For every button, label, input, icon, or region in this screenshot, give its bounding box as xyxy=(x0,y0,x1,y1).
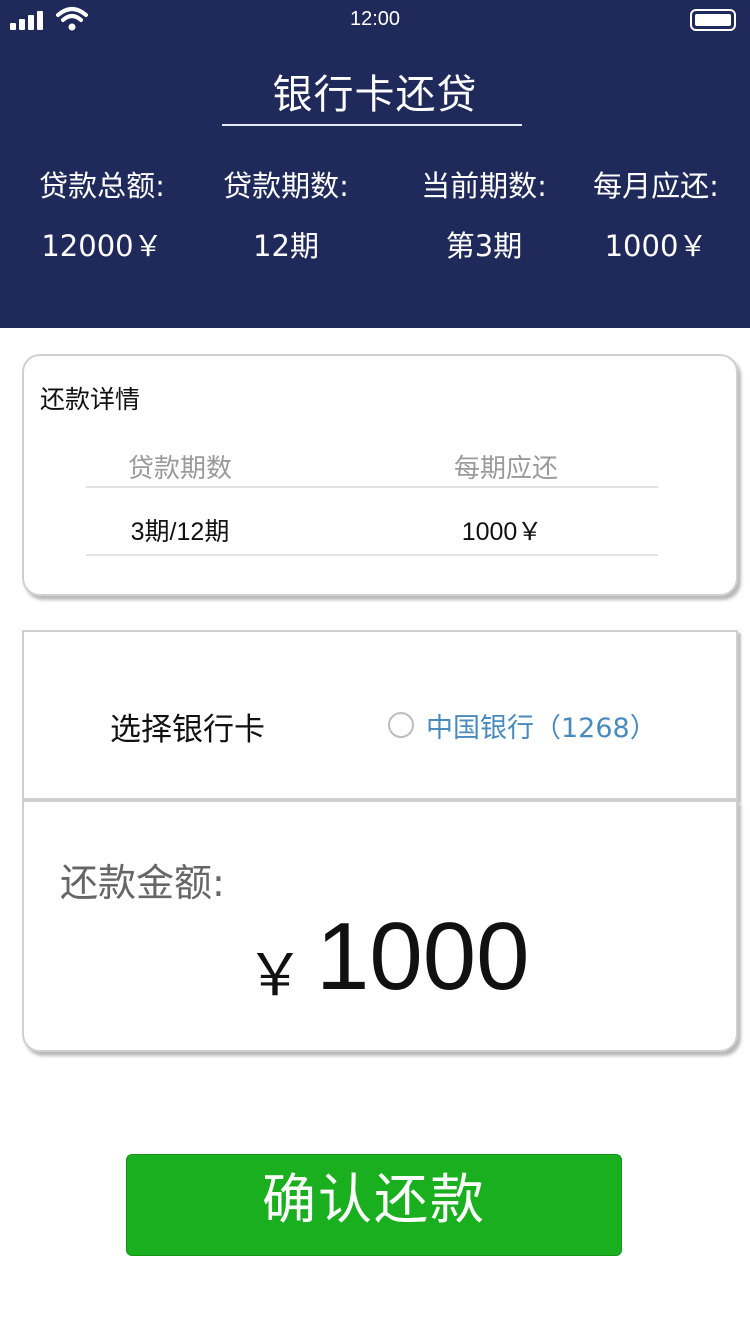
stat-value: 1000￥ xyxy=(604,229,708,263)
stat-label: 每月应还: xyxy=(593,169,719,203)
repayment-details-card: 还款详情 贷款期数 每期应还 3期/12期 1000￥ xyxy=(22,354,738,596)
amount-currency: ￥ xyxy=(246,941,305,1009)
status-time: 12:00 xyxy=(349,8,401,30)
stat-label: 贷款期数: xyxy=(223,169,349,203)
bank-radio-button[interactable] xyxy=(388,712,414,738)
stat-value: 12期 xyxy=(253,229,319,263)
stat-total-amount: 贷款总额: 12000￥ xyxy=(12,164,192,268)
stat-value: 第3期 xyxy=(445,229,523,263)
stat-value: 12000￥ xyxy=(41,229,163,263)
status-bar: 12:00 xyxy=(0,0,750,40)
bank-select-label: 选择银行卡 xyxy=(110,712,265,748)
header: 12:00 银行卡还贷 贷款总额: 12000￥ 贷款期数: 12期 当前期数:… xyxy=(0,0,750,328)
title-underline xyxy=(222,124,522,126)
stat-loan-periods: 贷款期数: 12期 xyxy=(196,164,376,268)
page-title: 银行卡还贷 xyxy=(272,72,478,118)
details-heading: 还款详情 xyxy=(40,385,141,414)
row-divider xyxy=(86,554,658,556)
stat-label: 贷款总额: xyxy=(39,169,165,203)
confirm-repayment-button[interactable]: 确认还款 xyxy=(126,1154,622,1256)
repayment-amount-card: 还款金额: ￥ 1000 xyxy=(22,800,738,1052)
battery-icon xyxy=(690,9,736,31)
row-divider xyxy=(86,486,658,488)
stat-current-period: 当前期数: 第3期 xyxy=(394,164,574,268)
bank-card-selector[interactable]: 选择银行卡 中国银行（1268） xyxy=(22,630,738,800)
bank-option-label[interactable]: 中国银行（1268） xyxy=(426,706,657,745)
column-header-periods: 贷款期数 xyxy=(127,454,232,484)
table-cell-payment: 1000￥ xyxy=(461,518,543,546)
stat-monthly-payment: 每月应还: 1000￥ xyxy=(566,164,746,268)
stat-label: 当前期数: xyxy=(421,169,547,203)
amount-label: 还款金额: xyxy=(60,861,225,905)
table-cell-periods: 3期/12期 xyxy=(130,518,230,546)
amount-value: 1000 xyxy=(316,903,530,1010)
column-header-per-period-payment: 每期应还 xyxy=(453,454,558,484)
